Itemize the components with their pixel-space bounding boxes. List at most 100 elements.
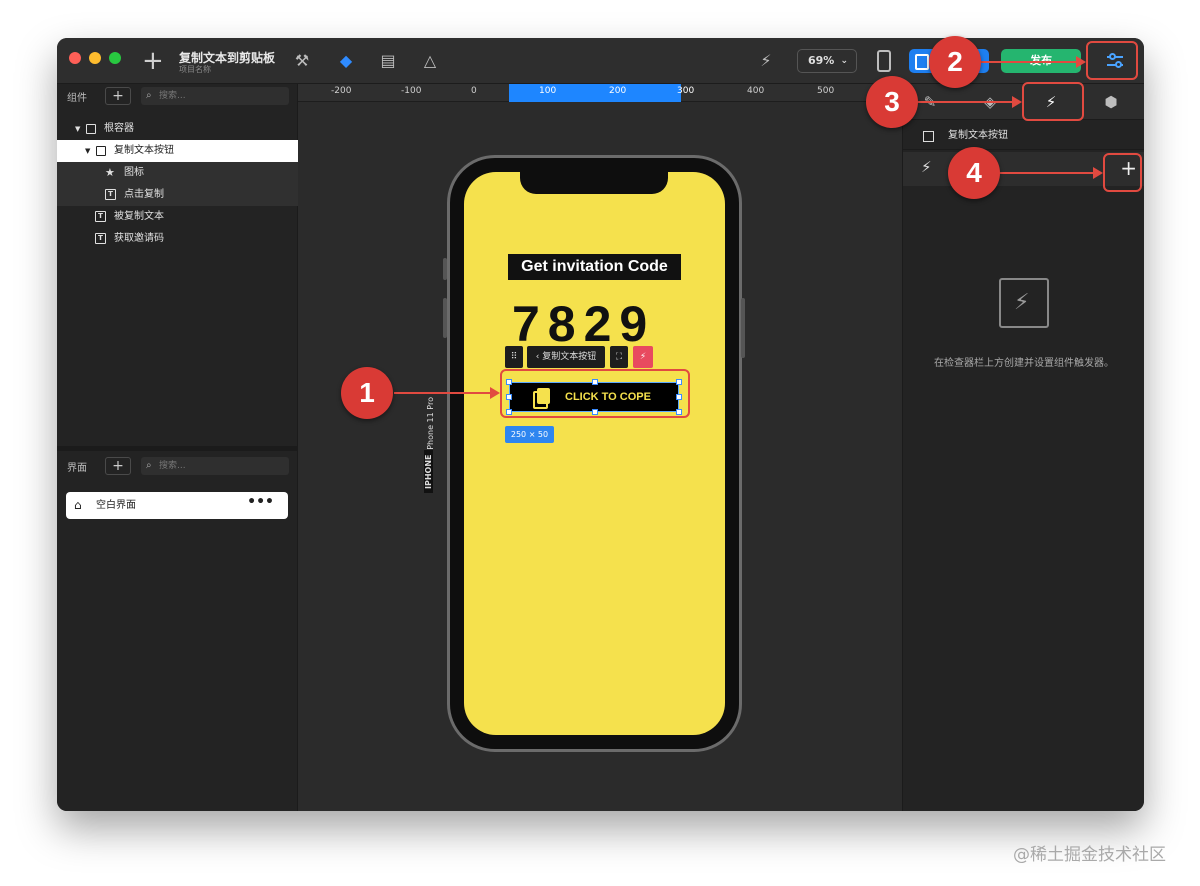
tree-item-label: 点击复制 [124, 189, 164, 200]
project-subtitle: 项目名称 [179, 65, 211, 74]
empty-trigger-message: 在检查器栏上方创建并设置组件触发器。 [934, 358, 1114, 369]
annotation-box-3 [1022, 82, 1084, 121]
disclosure-triangle-icon[interactable]: ▼ [85, 140, 90, 162]
drag-handle-icon[interactable]: ⠿ [505, 346, 523, 368]
ruler-tick: 300 [677, 86, 695, 96]
selected-component-name: 复制文本按钮 [948, 130, 1008, 141]
preview-bolt-icon[interactable]: ⚡ [755, 50, 777, 72]
left-panel: 组件 + ⌕ 搜索... ▼ 根容器 ▼ 复制文本按钮 ★ 图标 T 点击复制 … [57, 84, 298, 811]
annotation-arrowhead-3 [1012, 96, 1022, 108]
phone-notch [520, 172, 668, 194]
ruler-tick: 400 [747, 86, 765, 96]
annotation-marker-2: 2 [929, 36, 981, 88]
cube-icon[interactable]: ⬢ [1096, 92, 1126, 112]
close-window-button[interactable] [69, 52, 81, 64]
search-placeholder: 搜索... [159, 461, 186, 471]
annotation-arrow-2 [980, 61, 1078, 63]
maximize-window-button[interactable] [109, 52, 121, 64]
annotation-arrowhead-1 [490, 387, 500, 399]
device-model-label: iPhone 11 Pro [426, 397, 435, 452]
device-preview-icon[interactable] [877, 50, 891, 72]
text-icon: T [105, 189, 116, 200]
more-icon[interactable]: ••• [247, 489, 274, 516]
tree-item-label: 复制文本按钮 [114, 145, 174, 156]
add-icon[interactable]: + [142, 48, 164, 74]
ruler-tick: 200 [609, 86, 627, 96]
components-label: 组件 [67, 93, 87, 104]
star-icon: ★ [105, 166, 115, 179]
tree-item-copy-button[interactable]: ▼ 复制文本按钮 [57, 140, 298, 162]
phone-side-button [741, 298, 745, 358]
phone-screen[interactable]: Get invitation Code 7829 ⠿ ‹ 复制文本按钮 ⛶ ⚡ … [464, 172, 725, 735]
phone-side-button [443, 298, 447, 338]
invite-code-text[interactable]: 7829 [512, 296, 682, 352]
annotation-arrowhead-4 [1093, 167, 1103, 179]
annotation-box-1 [500, 369, 690, 418]
bolt-icon: ⚡ [1014, 290, 1030, 315]
tree-item-click-copy[interactable]: T 点击复制 [57, 184, 298, 206]
device-type-label: IPHONE [424, 450, 433, 493]
annotation-arrow-3 [916, 101, 1014, 103]
annotation-arrow-4 [999, 172, 1095, 174]
horizontal-ruler: -200 -100 0 100 200 300 400 500 [298, 84, 902, 102]
tree-item-copied-text[interactable]: T 被复制文本 [57, 206, 298, 228]
parent-select-button[interactable]: ‹ 复制文本按钮 [527, 346, 605, 368]
ruler-tick: -200 [331, 86, 352, 96]
text-icon: T [95, 211, 106, 222]
tree-item-icon[interactable]: ★ 图标 [57, 162, 298, 184]
search-placeholder: 搜索... [159, 91, 186, 101]
screens-header: 界面 + ⌕ 搜索... [57, 454, 298, 478]
size-badge: 250 × 50 [505, 426, 554, 443]
annotation-box-2 [1086, 41, 1138, 80]
design-canvas[interactable]: iPhone 11 Pro IPHONE Get invitation Code… [298, 102, 902, 811]
annotation-marker-4: 4 [948, 147, 1000, 199]
add-component-button[interactable]: + [105, 87, 131, 105]
component-icon [923, 131, 934, 142]
file-icon[interactable]: ▤ [377, 50, 399, 72]
tree-item-label: 根容器 [104, 123, 134, 134]
tree-item-root[interactable]: ▼ 根容器 [57, 118, 298, 140]
zoom-value: 69% [808, 54, 835, 67]
invite-title[interactable]: Get invitation Code [508, 254, 681, 280]
annotation-arrowhead-2 [1076, 56, 1086, 68]
search-icon: ⌕ [146, 90, 152, 101]
panel-splitter[interactable] [57, 446, 298, 451]
trigger-bolt-icon[interactable]: ⚡ [633, 346, 653, 368]
tree-item-label: 图标 [124, 167, 144, 178]
components-search-input[interactable]: ⌕ 搜索... [141, 87, 289, 105]
text-icon: T [95, 233, 106, 244]
fit-frame-icon[interactable]: ⛶ [610, 346, 628, 368]
drive-icon[interactable]: △ [419, 50, 441, 72]
home-icon: ⌂ [74, 498, 82, 512]
annotation-marker-3: 3 [866, 76, 918, 128]
tree-item-label: 获取邀请码 [114, 233, 164, 244]
ruler-tick: -100 [401, 86, 422, 96]
add-screen-button[interactable]: + [105, 457, 131, 475]
annotation-marker-1: 1 [341, 367, 393, 419]
tree-item-get-code[interactable]: T 获取邀请码 [57, 228, 298, 250]
ruler-tick: 0 [471, 86, 477, 96]
container-icon [86, 124, 96, 134]
search-icon: ⌕ [146, 460, 152, 471]
screens-label: 界面 [67, 463, 87, 474]
screens-search-input[interactable]: ⌕ 搜索... [141, 457, 289, 475]
screen-item-blank[interactable]: ⌂ 空白界面 ••• [66, 492, 288, 519]
bolt-icon: ⚡ [921, 158, 932, 176]
container-icon [96, 146, 106, 156]
ruler-selection-highlight [509, 84, 681, 102]
minimize-window-button[interactable] [89, 52, 101, 64]
layers-icon[interactable]: ◆ [335, 50, 357, 72]
components-header: 组件 + ⌕ 搜索... [57, 84, 298, 108]
annotation-box-4 [1103, 153, 1142, 192]
zoom-select[interactable]: 69% ⌄ [797, 49, 857, 73]
hammer-icon[interactable]: ⚒ [291, 50, 313, 72]
screen-item-label: 空白界面 [96, 500, 136, 511]
disclosure-triangle-icon[interactable]: ▼ [75, 118, 80, 140]
parent-label: 复制文本按钮 [542, 352, 597, 362]
annotation-arrow-1 [394, 392, 490, 394]
watermark: @稀土掘金技术社区 [1013, 845, 1166, 865]
ruler-tick: 100 [539, 86, 557, 96]
phone-frame: Get invitation Code 7829 ⠿ ‹ 复制文本按钮 ⛶ ⚡ … [443, 155, 745, 752]
ruler-tick: 500 [817, 86, 835, 96]
selected-component-row: 复制文本按钮 [903, 122, 1144, 150]
